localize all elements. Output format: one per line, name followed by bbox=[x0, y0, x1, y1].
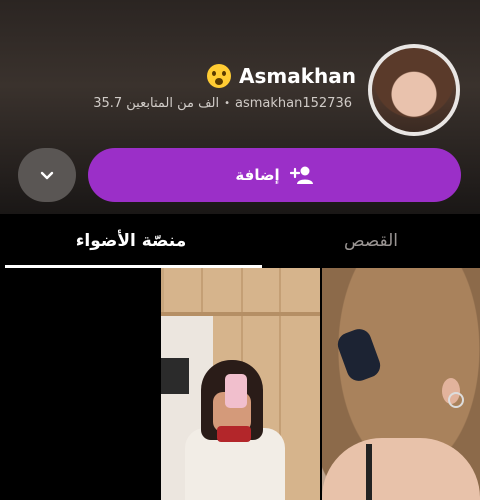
avatar[interactable] bbox=[368, 44, 460, 136]
tab-spotlight[interactable]: منصّة الأضواء bbox=[0, 214, 262, 268]
shocked-emoji-icon bbox=[207, 64, 231, 88]
thumbnail-image bbox=[161, 358, 189, 394]
profile-name-row: Asmakhan bbox=[207, 64, 356, 88]
spotlight-grid bbox=[0, 268, 480, 500]
separator-dot: • bbox=[224, 98, 231, 109]
add-friend-button[interactable]: إضافة bbox=[88, 148, 461, 202]
spotlight-thumbnail[interactable] bbox=[0, 268, 159, 500]
chevron-down-icon bbox=[40, 171, 54, 180]
spotlight-thumbnail[interactable] bbox=[322, 268, 480, 500]
more-options-button[interactable] bbox=[18, 148, 76, 202]
thumbnail-image bbox=[225, 374, 247, 408]
profile-subtitle: 35.7 الف من المتابعين • asmakhan152736 bbox=[93, 96, 352, 111]
tab-stories[interactable]: القصص bbox=[262, 214, 480, 268]
content-tabs: منصّة الأضواء القصص bbox=[0, 214, 480, 268]
add-button-label: إضافة bbox=[235, 166, 280, 184]
profile-name: Asmakhan bbox=[239, 64, 356, 88]
thumbnail-image bbox=[217, 426, 251, 442]
username: asmakhan152736 bbox=[235, 96, 352, 111]
thumbnail-image bbox=[366, 444, 372, 500]
follower-count: 35.7 الف من المتابعين bbox=[93, 96, 220, 111]
spotlight-thumbnail[interactable] bbox=[161, 268, 320, 500]
avatar-image bbox=[372, 48, 456, 132]
add-friend-icon bbox=[289, 166, 313, 184]
thumbnail-image bbox=[448, 392, 464, 408]
